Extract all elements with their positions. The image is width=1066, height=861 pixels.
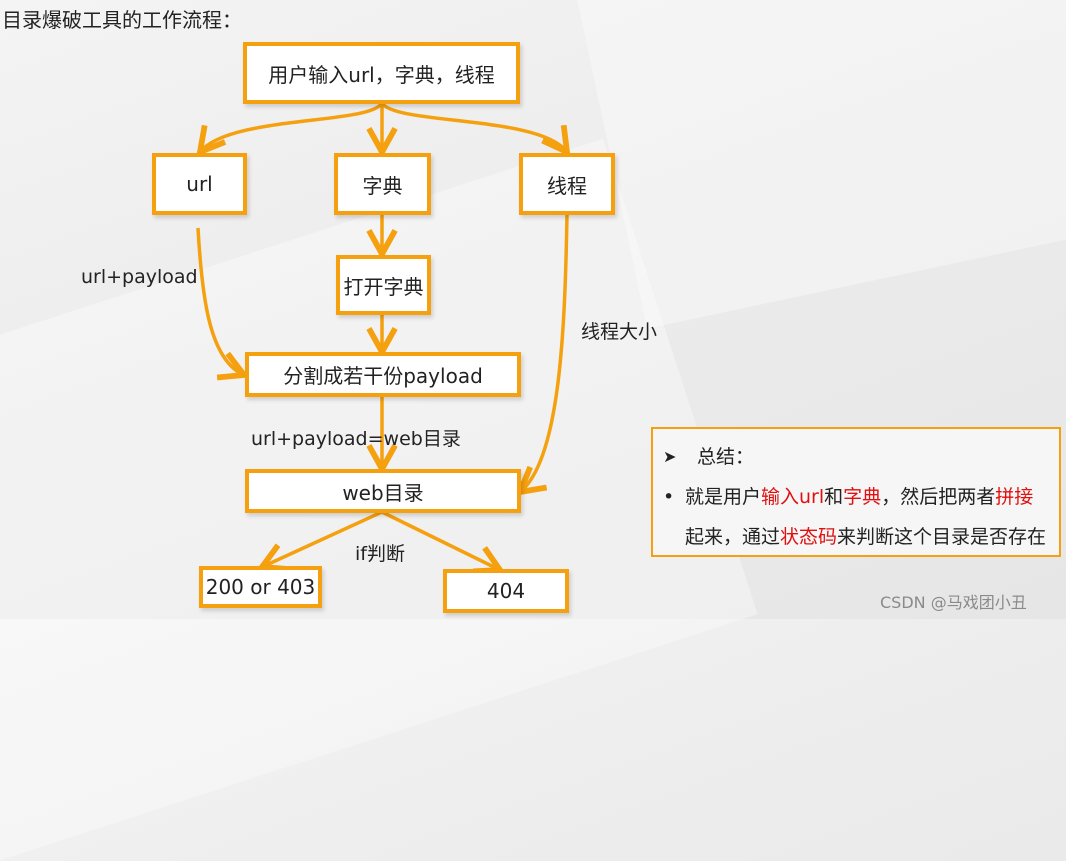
node-dictionary: 字典 bbox=[334, 153, 431, 215]
summary-highlight: 状态码 bbox=[780, 526, 838, 548]
arrow-input-to-url bbox=[200, 101, 384, 152]
watermark: CSDN @马戏团小丑 bbox=[880, 593, 1027, 612]
summary-text: 来判断这个目录是否存在 bbox=[837, 526, 1047, 548]
node-status-404: 404 bbox=[443, 569, 569, 613]
summary-highlight: 输入url bbox=[761, 486, 825, 508]
node-label: url bbox=[186, 172, 213, 196]
summary-highlight: 拼接 bbox=[995, 486, 1034, 508]
summary-text: 就是用户 bbox=[685, 486, 762, 508]
dot-bullet-icon: • bbox=[663, 486, 675, 508]
node-label: 用户输入url，字典，线程 bbox=[268, 62, 495, 87]
node-label: web目录 bbox=[342, 480, 424, 505]
edge-label-concat: url+payload=web目录 bbox=[251, 428, 461, 450]
summary-highlight: 字典 bbox=[843, 486, 882, 508]
edge-label-if-judge: if判断 bbox=[355, 543, 405, 565]
node-open-dictionary: 打开字典 bbox=[336, 255, 431, 315]
summary-text: ，然后把两者 bbox=[881, 486, 996, 508]
arrow-thread-to-web bbox=[520, 213, 569, 492]
node-thread: 线程 bbox=[519, 153, 615, 215]
edge-label-thread-size: 线程大小 bbox=[581, 321, 658, 343]
node-label: 分割成若干份payload bbox=[283, 364, 483, 388]
summary-heading-text: 总结： bbox=[697, 446, 755, 468]
node-label: 打开字典 bbox=[343, 274, 424, 299]
summary-text: 和 bbox=[824, 486, 844, 508]
node-label: 404 bbox=[486, 579, 526, 603]
arrow-bullet-icon: ➤ bbox=[663, 447, 677, 466]
summary-heading: ➤ 总结： bbox=[663, 437, 1051, 477]
node-user-input: 用户输入url，字典，线程 bbox=[243, 42, 520, 104]
summary-line-1: • 就是用户 输入url 和字典 ，然后把两者 拼接 bbox=[663, 477, 1051, 517]
node-label: 200 or 403 bbox=[205, 575, 316, 599]
node-label: 线程 bbox=[547, 173, 587, 198]
arrow-input-to-thread bbox=[380, 101, 567, 152]
node-label: 字典 bbox=[362, 173, 403, 198]
arrow-url-to-split bbox=[196, 227, 244, 375]
summary-line-2: 起来，通过 状态码 来判断这个目录是否存在 bbox=[663, 517, 1051, 557]
edge-label-url-payload: url+payload bbox=[81, 266, 198, 288]
summary-text: 起来，通过 bbox=[685, 526, 781, 548]
node-url: url bbox=[152, 153, 247, 215]
node-web-directory: web目录 bbox=[245, 469, 521, 513]
summary-box: ➤ 总结： • 就是用户 输入url 和字典 ，然后把两者 拼接 起来，通过 状态码 来判断… bbox=[651, 427, 1061, 557]
node-status-200-403: 200 or 403 bbox=[199, 566, 322, 608]
node-split-payload: 分割成若干份payload bbox=[245, 352, 521, 397]
